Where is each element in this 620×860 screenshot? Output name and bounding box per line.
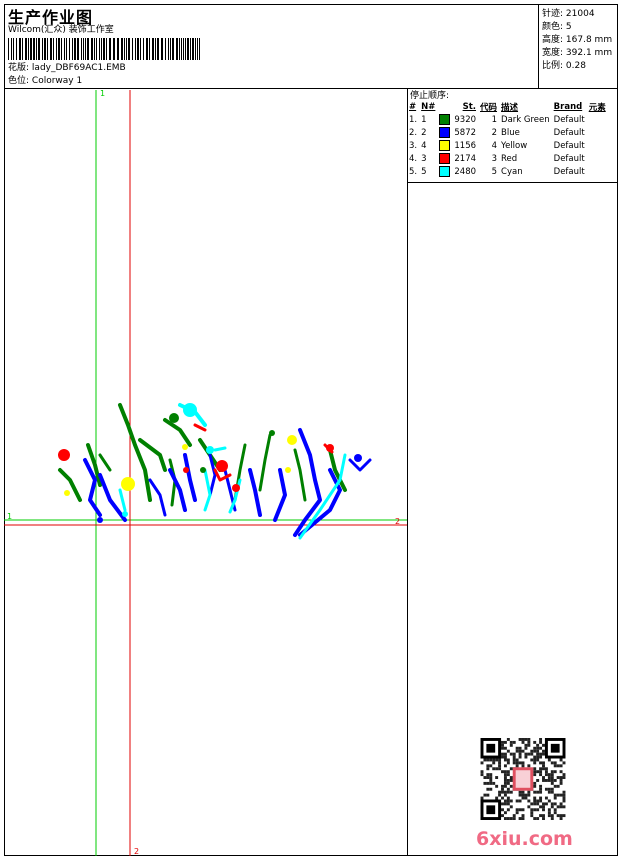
artwork-stroke <box>148 478 167 517</box>
artwork-blob <box>64 490 70 496</box>
artwork-blob <box>200 467 206 473</box>
artwork-blob <box>122 511 128 517</box>
artwork-blob <box>206 446 214 454</box>
guide-label-red-bottom: 2 <box>134 847 140 856</box>
artwork-blob <box>121 477 135 491</box>
guide-label-green-top: 1 <box>100 89 106 98</box>
embroidery-artwork <box>58 403 372 540</box>
artwork-blob <box>169 413 179 423</box>
artwork-blob <box>287 435 297 445</box>
watermark-logo: 6xiu.com <box>476 828 573 850</box>
artwork-stroke <box>273 468 287 522</box>
artwork-blob <box>326 444 334 452</box>
artwork-blob <box>182 444 188 450</box>
artwork-stroke <box>58 468 82 502</box>
artwork-blob <box>183 467 189 473</box>
artwork-stroke <box>118 488 127 512</box>
artwork-stroke <box>203 468 212 512</box>
artwork-blob <box>285 467 291 473</box>
artwork-stroke <box>293 448 307 502</box>
artwork-stroke <box>248 468 262 517</box>
artwork-blob <box>183 403 197 417</box>
design-canvas <box>4 90 407 856</box>
guide-label-red-right: 2 <box>395 517 401 526</box>
qr-code <box>480 738 566 820</box>
artwork-stroke <box>348 458 372 472</box>
artwork-stroke <box>163 418 192 447</box>
guide-label-green-left: 1 <box>7 512 13 521</box>
artwork-blob <box>354 454 362 462</box>
artwork-stroke <box>213 446 227 452</box>
artwork-stroke <box>258 433 272 492</box>
artwork-blob <box>269 430 275 436</box>
artwork-blob <box>97 517 103 523</box>
artwork-blob <box>58 449 70 461</box>
artwork-blob <box>216 460 228 472</box>
artwork-blob <box>232 484 240 492</box>
artwork-stroke <box>183 453 197 502</box>
artwork-stroke <box>98 453 112 472</box>
